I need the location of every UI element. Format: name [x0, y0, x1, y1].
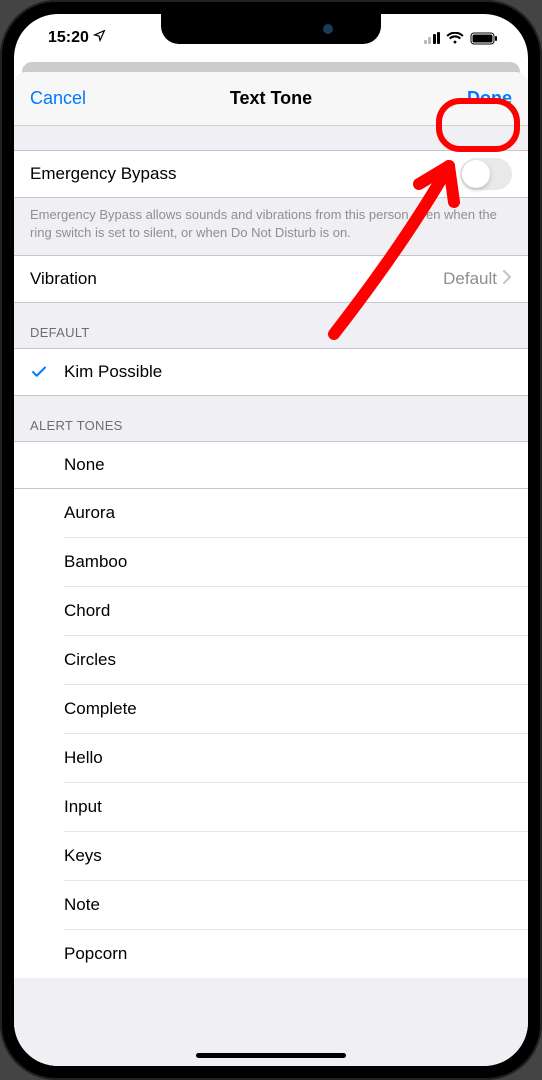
vibration-value: Default	[443, 269, 497, 289]
chevron-right-icon	[503, 269, 512, 289]
phone-frame: 15:20 Cancel Text Tone Done	[0, 0, 542, 1080]
alert-tone-name: Hello	[64, 748, 103, 767]
alert-tone-row[interactable]: Circles	[14, 636, 528, 685]
emergency-bypass-row[interactable]: Emergency Bypass	[14, 150, 528, 198]
alert-tone-name: Note	[64, 895, 100, 914]
emergency-bypass-label: Emergency Bypass	[30, 164, 460, 184]
front-camera	[323, 24, 333, 34]
alert-tone-name: Popcorn	[64, 944, 127, 963]
settings-content[interactable]: Emergency Bypass Emergency Bypass allows…	[14, 126, 528, 1066]
alert-tone-name: Input	[64, 797, 102, 816]
location-arrow-icon	[93, 29, 106, 47]
alert-tone-row[interactable]: Chord	[14, 587, 528, 636]
default-section-header: DEFAULT	[14, 303, 528, 348]
checkmark-icon	[30, 363, 64, 381]
default-tone-row[interactable]: Kim Possible	[14, 348, 528, 396]
alert-tone-name: None	[64, 455, 105, 475]
alert-tone-name: Circles	[64, 650, 116, 669]
home-indicator[interactable]	[196, 1053, 346, 1058]
alert-tone-row[interactable]: Keys	[14, 832, 528, 881]
emergency-bypass-toggle[interactable]	[460, 158, 512, 190]
alert-tone-name: Bamboo	[64, 552, 127, 571]
done-button[interactable]: Done	[467, 88, 512, 109]
alert-tone-row[interactable]: Popcorn	[14, 930, 528, 978]
cancel-button[interactable]: Cancel	[30, 88, 86, 109]
nav-title: Text Tone	[230, 88, 312, 109]
alert-tone-row[interactable]: Bamboo	[14, 538, 528, 587]
alert-tone-row[interactable]: Aurora	[14, 489, 528, 538]
vibration-label: Vibration	[30, 269, 443, 289]
alert-tone-name: Aurora	[64, 503, 115, 522]
emergency-bypass-note: Emergency Bypass allows sounds and vibra…	[14, 198, 528, 255]
alert-tone-row[interactable]: Input	[14, 783, 528, 832]
battery-icon	[470, 32, 498, 45]
phone-screen: 15:20 Cancel Text Tone Done	[14, 14, 528, 1066]
alert-tone-name: Chord	[64, 601, 110, 620]
nav-bar: Cancel Text Tone Done	[14, 72, 528, 126]
vibration-row[interactable]: Vibration Default	[14, 255, 528, 303]
alert-tones-group: None Aurora Bamboo Chord Circles Complet…	[14, 441, 528, 978]
alert-tone-name: Complete	[64, 699, 137, 718]
notch	[161, 14, 381, 44]
alert-tone-row[interactable]: None	[14, 441, 528, 489]
alert-tone-row[interactable]: Hello	[14, 734, 528, 783]
wifi-icon	[446, 32, 464, 45]
alert-tone-row[interactable]: Note	[14, 881, 528, 930]
alert-tone-name: Keys	[64, 846, 102, 865]
default-tone-name: Kim Possible	[64, 362, 162, 382]
status-time: 15:20	[48, 29, 89, 47]
alert-tone-row[interactable]: Complete	[14, 685, 528, 734]
alert-tones-header: ALERT TONES	[14, 396, 528, 441]
cell-signal-icon	[424, 32, 441, 44]
